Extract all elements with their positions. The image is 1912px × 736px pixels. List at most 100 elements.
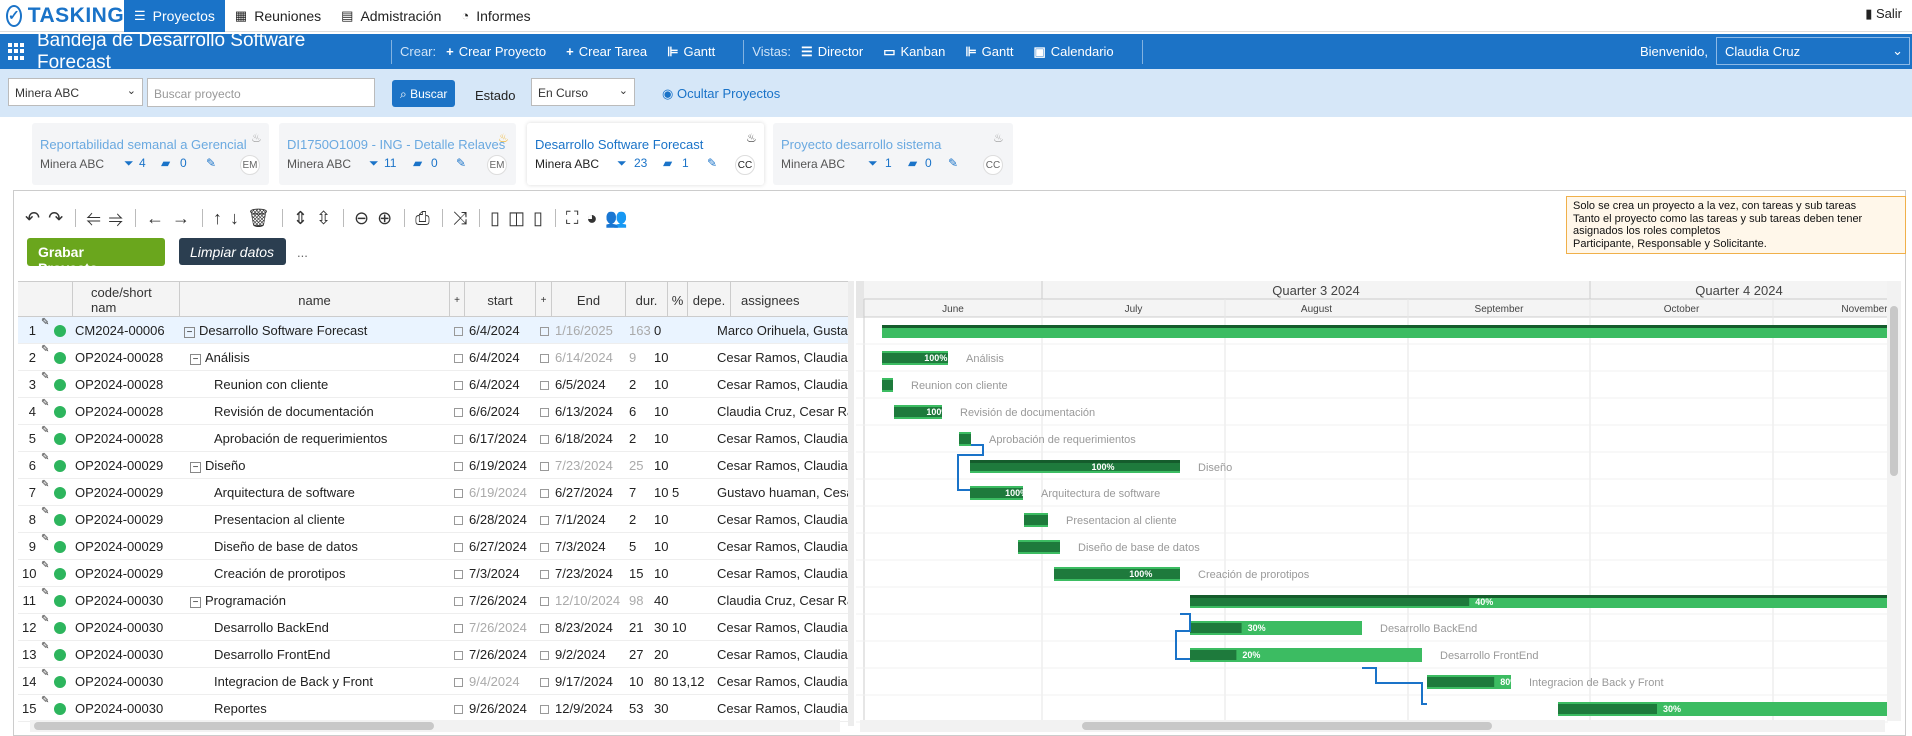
- cell-start[interactable]: 7/26/2024: [469, 614, 535, 641]
- checkbox[interactable]: [540, 668, 550, 695]
- checkbox-box[interactable]: [454, 489, 463, 499]
- cell-percent[interactable]: 20: [654, 641, 674, 668]
- cell-end[interactable]: 6/13/2024: [555, 398, 625, 425]
- project-card[interactable]: Reportabilidad semanal a Gerencial ♨ Min…: [32, 123, 269, 185]
- edit-pencil-icon[interactable]: ✎: [41, 587, 49, 598]
- cell-percent[interactable]: 30: [654, 695, 674, 722]
- cell-assignees[interactable]: Cesar Ramos, Claudia C: [717, 695, 848, 722]
- user-select[interactable]: Claudia Cruz ⌄: [1716, 37, 1910, 65]
- checkbox-box[interactable]: [540, 705, 549, 715]
- edit-pencil-icon[interactable]: ✎: [41, 560, 49, 571]
- cell-code[interactable]: OP2024-00030: [75, 614, 179, 641]
- cell-assignees[interactable]: Cesar Ramos, Claudia C: [717, 668, 848, 695]
- cell-end[interactable]: 6/27/2024: [555, 479, 625, 506]
- company-select[interactable]: Minera ABC ⌄: [8, 78, 143, 106]
- checkbox[interactable]: [454, 560, 464, 587]
- cell-start[interactable]: 6/6/2024: [469, 398, 535, 425]
- checkbox-box[interactable]: [454, 543, 463, 553]
- cell-percent[interactable]: 10: [654, 560, 674, 587]
- clear-data-button[interactable]: Limpiar datos: [179, 238, 286, 265]
- collapse-toggle-icon[interactable]: −: [184, 327, 195, 338]
- checkbox-box[interactable]: [540, 408, 549, 418]
- checkbox[interactable]: [454, 425, 464, 452]
- cell-assignees[interactable]: Cesar Ramos, Claudia C: [717, 425, 848, 452]
- cell-percent[interactable]: 30: [654, 614, 674, 641]
- cell-code[interactable]: OP2024-00028: [75, 344, 179, 371]
- table-row[interactable]: 15 ✎ OP2024-00030 Reportes 9/26/2024 12/9/202…: [18, 695, 848, 722]
- redo-icon[interactable]: ↷: [48, 208, 63, 229]
- undo-icon[interactable]: ↶: [25, 208, 40, 229]
- cell-code[interactable]: OP2024-00030: [75, 668, 179, 695]
- checkbox-box[interactable]: [540, 516, 549, 526]
- checkbox[interactable]: [454, 398, 464, 425]
- checkbox-box[interactable]: [454, 651, 463, 661]
- cell-name[interactable]: − Diseño: [190, 452, 448, 479]
- cell-assignees[interactable]: Cesar Ramos, Claudia C: [717, 452, 848, 479]
- cell-code[interactable]: OP2024-00029: [75, 560, 179, 587]
- cell-assignees[interactable]: Cesar Ramos, Claudia C: [717, 344, 848, 371]
- table-row[interactable]: 12 ✎ OP2024-00030 Desarrollo BackEnd 7/26/20…: [18, 614, 848, 641]
- cell-assignees[interactable]: Gustavo huaman, Cesa: [717, 479, 848, 506]
- checkbox-box[interactable]: [540, 570, 549, 580]
- insert-below-icon[interactable]: ⥤: [109, 208, 123, 229]
- checkbox-box[interactable]: [540, 489, 549, 499]
- cell-end[interactable]: 6/14/2024: [555, 344, 625, 371]
- view-director-button[interactable]: ☰ Director: [801, 44, 863, 60]
- move-down-icon[interactable]: ↓: [230, 208, 239, 229]
- cell-start[interactable]: 6/19/2024: [469, 452, 535, 479]
- table-row[interactable]: 10 ✎ OP2024-00029 Creación de prorotipos 7/3…: [18, 560, 848, 587]
- edit-icon[interactable]: ✎: [948, 156, 958, 170]
- cell-percent[interactable]: 10: [654, 344, 674, 371]
- cell-end[interactable]: 6/18/2024: [555, 425, 625, 452]
- header-code[interactable]: code/short nam: [73, 282, 180, 318]
- checkbox-box[interactable]: [454, 354, 463, 364]
- table-row[interactable]: 3 ✎ OP2024-00028 Reunion con cliente 6/4/202…: [18, 371, 848, 398]
- edit-pencil-icon[interactable]: ✎: [41, 668, 49, 679]
- search-input[interactable]: Buscar proyecto: [147, 78, 375, 107]
- cell-end[interactable]: 7/1/2024: [555, 506, 625, 533]
- edit-pencil-icon[interactable]: ✎: [41, 398, 49, 409]
- cell-start[interactable]: 7/26/2024: [469, 587, 535, 614]
- header-add[interactable]: +: [536, 282, 552, 318]
- search-button[interactable]: ⌕ Buscar: [392, 80, 456, 107]
- project-card[interactable]: DI1750O1009 - ING - Detalle Relaves ♨ Mi…: [279, 123, 516, 185]
- cell-assignees[interactable]: Cesar Ramos, Claudia C: [717, 506, 848, 533]
- tab-reuniones[interactable]: ▦ Reuniones: [225, 0, 331, 32]
- more-options[interactable]: ...: [297, 245, 308, 260]
- cell-percent[interactable]: 10: [654, 533, 674, 560]
- edit-pencil-icon[interactable]: ✎: [41, 506, 49, 517]
- checkbox-box[interactable]: [454, 327, 463, 337]
- cell-name[interactable]: Aprobación de requerimientos: [214, 425, 448, 452]
- move-up-icon[interactable]: ↑: [213, 208, 222, 229]
- checkbox-box[interactable]: [454, 705, 463, 715]
- checkbox-box[interactable]: [454, 597, 463, 607]
- table-row[interactable]: 5 ✎ OP2024-00028 Aprobación de requerimient…: [18, 425, 848, 452]
- cell-start[interactable]: 6/17/2024: [469, 425, 535, 452]
- cell-assignees[interactable]: Marco Orihuela, Gustavo: [717, 317, 848, 344]
- cell-name[interactable]: Creación de prorotipos: [214, 560, 448, 587]
- checkbox-box[interactable]: [540, 462, 549, 472]
- critical-path-icon[interactable]: ⤨: [453, 208, 467, 229]
- cell-name[interactable]: Diseño de base de datos: [214, 533, 448, 560]
- cell-name[interactable]: Desarrollo FrontEnd: [214, 641, 448, 668]
- edit-pencil-icon[interactable]: ✎: [41, 452, 49, 463]
- checkbox[interactable]: [454, 317, 464, 344]
- checkbox-box[interactable]: [454, 678, 463, 688]
- checkbox[interactable]: [540, 398, 550, 425]
- cell-name[interactable]: Reportes: [214, 695, 448, 722]
- checkbox[interactable]: [540, 695, 550, 722]
- cell-end[interactable]: 8/23/2024: [555, 614, 625, 641]
- edit-pencil-icon[interactable]: ✎: [41, 317, 49, 328]
- checkbox-box[interactable]: [454, 462, 463, 472]
- checkbox[interactable]: [454, 452, 464, 479]
- checkbox[interactable]: [540, 425, 550, 452]
- cell-percent[interactable]: 10: [654, 398, 674, 425]
- header-end[interactable]: End: [552, 282, 626, 318]
- project-card-active[interactable]: Desarrollo Software Forecast ♨ Minera AB…: [527, 123, 764, 185]
- header-assignees[interactable]: assignees: [731, 282, 848, 318]
- table-row[interactable]: 4 ✎ OP2024-00028 Revisión de documentación 6…: [18, 398, 848, 425]
- cell-name[interactable]: − Análisis: [190, 344, 448, 371]
- cell-end[interactable]: 7/3/2024: [555, 533, 625, 560]
- header-name[interactable]: name: [180, 282, 450, 318]
- cell-assignees[interactable]: Claudia Cruz, Cesar Ra: [717, 587, 848, 614]
